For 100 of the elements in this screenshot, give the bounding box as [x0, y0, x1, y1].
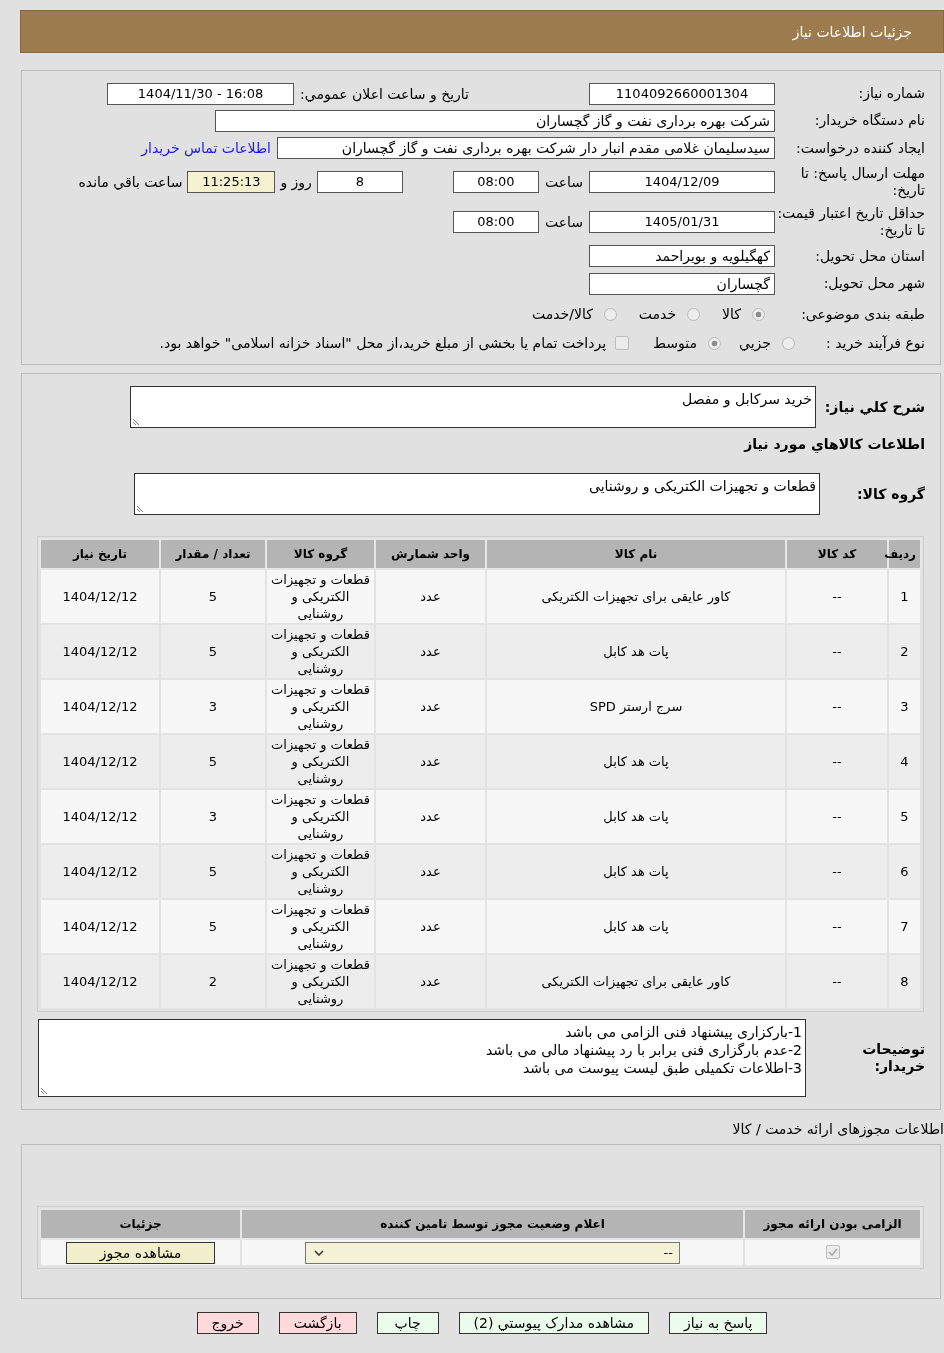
field-label: نام دستگاه خریدار: — [813, 112, 925, 129]
province-field[interactable]: کهگیلویه و بویراحمد — [589, 245, 775, 267]
table-cell: قطعات و تجهیزات الکتریکی و روشنایی — [266, 954, 375, 1009]
description-text: خرید سرکابل و مفصل — [681, 390, 812, 408]
table-cell: 4 — [888, 734, 921, 789]
table-cell: قطعات و تجهیزات الکتریکی و روشنایی — [266, 679, 375, 734]
view-license-button[interactable]: مشاهده مجوز — [66, 1241, 215, 1264]
radio-button[interactable] — [782, 336, 795, 350]
announcement-date-field[interactable]: 1404/11/30 - 16:08 — [107, 82, 295, 105]
table-cell: 2 — [160, 954, 266, 1009]
note-line: 2-عدم بارگزاری فنی برابر با رد پیشنهاد مالی می باشد — [484, 1041, 802, 1059]
chevron-down-icon — [314, 1249, 324, 1256]
goods-group-text: قطعات و تجهیزات الکتریکی و روشنایی — [588, 477, 816, 495]
table-cell: پات هد کابل — [486, 899, 786, 954]
contact-info-link[interactable]: اطلاعات تماس خریدار — [141, 140, 271, 156]
table-cell: کاور عایقی برای تجهیزات الکتریکی — [486, 954, 786, 1009]
column-header: اعلام وضعیت مجوز توسط تامین کننده — [241, 1209, 744, 1239]
table-cell: عدد — [375, 624, 486, 679]
table-cell: -- — [786, 569, 888, 624]
city-field[interactable]: گچساران — [589, 272, 775, 295]
table-cell: 1404/12/12 — [40, 844, 160, 899]
radio-button[interactable] — [708, 336, 722, 350]
deadline-date-field[interactable]: 1404/12/09 — [589, 170, 775, 193]
validity-date-field[interactable]: 1405/01/31 — [589, 210, 775, 233]
table-cell: 1404/12/12 — [40, 569, 160, 624]
column-header: واحد شمارش — [375, 539, 486, 569]
table-cell: عدد — [375, 734, 486, 789]
table-cell: 5 — [160, 844, 266, 899]
goods-group-box[interactable]: قطعات و تجهیزات الکتریکی و روشنایی — [134, 473, 820, 515]
deadline-time-field[interactable]: 08:00 — [452, 170, 539, 193]
table-cell: قطعات و تجهیزات الکتریکی و روشنایی — [266, 734, 375, 789]
table-cell: -- — [786, 899, 888, 954]
requester-field[interactable]: سیدسلیمان غلامی مقدم انبار دار شرکت بهره برداری نفت و گاز گچساران — [277, 137, 775, 159]
table-cell: عدد — [375, 679, 486, 734]
status-select[interactable]: -- — [305, 1241, 680, 1264]
table-cell: 1404/12/12 — [40, 954, 160, 1009]
table-cell: 1404/12/12 — [40, 734, 160, 789]
remaining-label: ساعت باقي مانده — [78, 173, 183, 190]
table-cell: 1404/12/12 — [40, 624, 160, 679]
days-label: روز و — [280, 173, 312, 190]
radio-button[interactable] — [687, 307, 701, 321]
buyer-notes-box[interactable]: 1-بارکزاری پیشنهاد فنی الزامی می باشد 2-عدم بارگزاری فنی برابر با رد پیشنهاد مالی می باشد 3-اطلاعات تکمیلی طبق لیست پیوست می باشد — [38, 1019, 806, 1097]
note-line: 3-اطلاعات تکمیلی طبق لیست پیوست می باشد — [521, 1059, 802, 1077]
table-cell: 1404/12/12 — [40, 789, 160, 844]
table-cell: قطعات و تجهیزات الکتریکی و روشنایی — [266, 789, 375, 844]
table-cell: کاور عایقی برای تجهیزات الکتریکی — [486, 569, 786, 624]
column-header: الزامی بودن ارائه مجوز — [744, 1209, 921, 1239]
table-cell: -- — [786, 789, 888, 844]
table-cell: عدد — [375, 789, 486, 844]
column-header: نام کالا — [486, 539, 786, 569]
radio-label: خدمت — [638, 306, 677, 322]
table-cell: پات هد کابل — [486, 624, 786, 679]
radio-button[interactable] — [752, 307, 765, 321]
need-number-field[interactable]: 1104092660001304 — [589, 82, 775, 105]
buyer-org-field[interactable]: شرکت بهره برداری نفت و گاز گچساران — [215, 109, 775, 132]
column-header: گروه کالا — [266, 539, 375, 569]
field-label: تاریخ و ساعت اعلان عمومي: — [300, 85, 469, 102]
checkbox-label: پرداخت تمام یا بخشی از مبلغ خرید،از محل "اسناد خزانه اسلامی" خواهد بود. — [159, 335, 607, 351]
table-cell: پات هد کابل — [486, 734, 786, 789]
field-label: شماره نیاز: — [857, 85, 925, 102]
table-cell: پات هد کابل — [486, 844, 786, 899]
table-cell: -- — [786, 734, 888, 789]
action-button[interactable]: چاپ — [376, 1312, 439, 1334]
radio-label: کالا/خدمت — [531, 306, 593, 322]
time-label: ساعت — [544, 173, 583, 190]
checkbox[interactable] — [825, 1245, 840, 1259]
table-cell: قطعات و تجهیزات الکتریکی و روشنایی — [266, 844, 375, 899]
action-button[interactable]: بازگشت — [278, 1312, 357, 1334]
description-box[interactable]: خرید سرکابل و مفصل — [130, 386, 816, 428]
table-cell: سرج ارستر SPD — [486, 679, 786, 734]
action-button[interactable]: پاسخ به نیاز — [669, 1312, 768, 1334]
table-cell: قطعات و تجهیزات الکتریکی و روشنایی — [266, 569, 375, 624]
column-header: تعداد / مقدار — [160, 539, 266, 569]
field-label: گروه کالا: — [855, 485, 925, 503]
field-label: شرح کلي نیاز: — [823, 398, 925, 416]
table-cell: 1 — [888, 569, 921, 624]
radio-button[interactable] — [603, 307, 617, 321]
table-cell: عدد — [375, 899, 486, 954]
table-cell: 3 — [160, 679, 266, 734]
days-field[interactable]: 8 — [316, 170, 403, 193]
resize-grip-icon[interactable] — [41, 1087, 48, 1094]
checkbox[interactable] — [615, 336, 630, 350]
remaining-time-field[interactable]: 11:25:13 — [187, 170, 276, 193]
table-cell: عدد — [375, 844, 486, 899]
resize-grip-icon[interactable] — [137, 505, 144, 512]
table-cell: عدد — [375, 569, 486, 624]
table-cell: 1404/12/12 — [40, 899, 160, 954]
table-cell: قطعات و تجهیزات الکتریکی و روشنایی — [266, 899, 375, 954]
table-cell: 3 — [888, 679, 921, 734]
note-line: 1-بارکزاری پیشنهاد فنی الزامی می باشد — [564, 1023, 802, 1041]
page-title: جزئیات اطلاعات نیاز — [792, 23, 912, 40]
action-button[interactable]: مشاهده مدارک پیوستي (2) — [458, 1312, 650, 1334]
field-label: نوع فرآیند خرید : — [825, 334, 925, 352]
resize-grip-icon[interactable] — [133, 418, 140, 425]
field-label: شهر محل تحویل: — [822, 275, 925, 292]
column-header: جزئیات — [40, 1209, 241, 1239]
validity-time-field[interactable]: 08:00 — [452, 210, 539, 233]
table-cell: قطعات و تجهیزات الکتریکی و روشنایی — [266, 624, 375, 679]
action-button[interactable]: خروج — [196, 1312, 259, 1334]
table-cell: 5 — [160, 734, 266, 789]
